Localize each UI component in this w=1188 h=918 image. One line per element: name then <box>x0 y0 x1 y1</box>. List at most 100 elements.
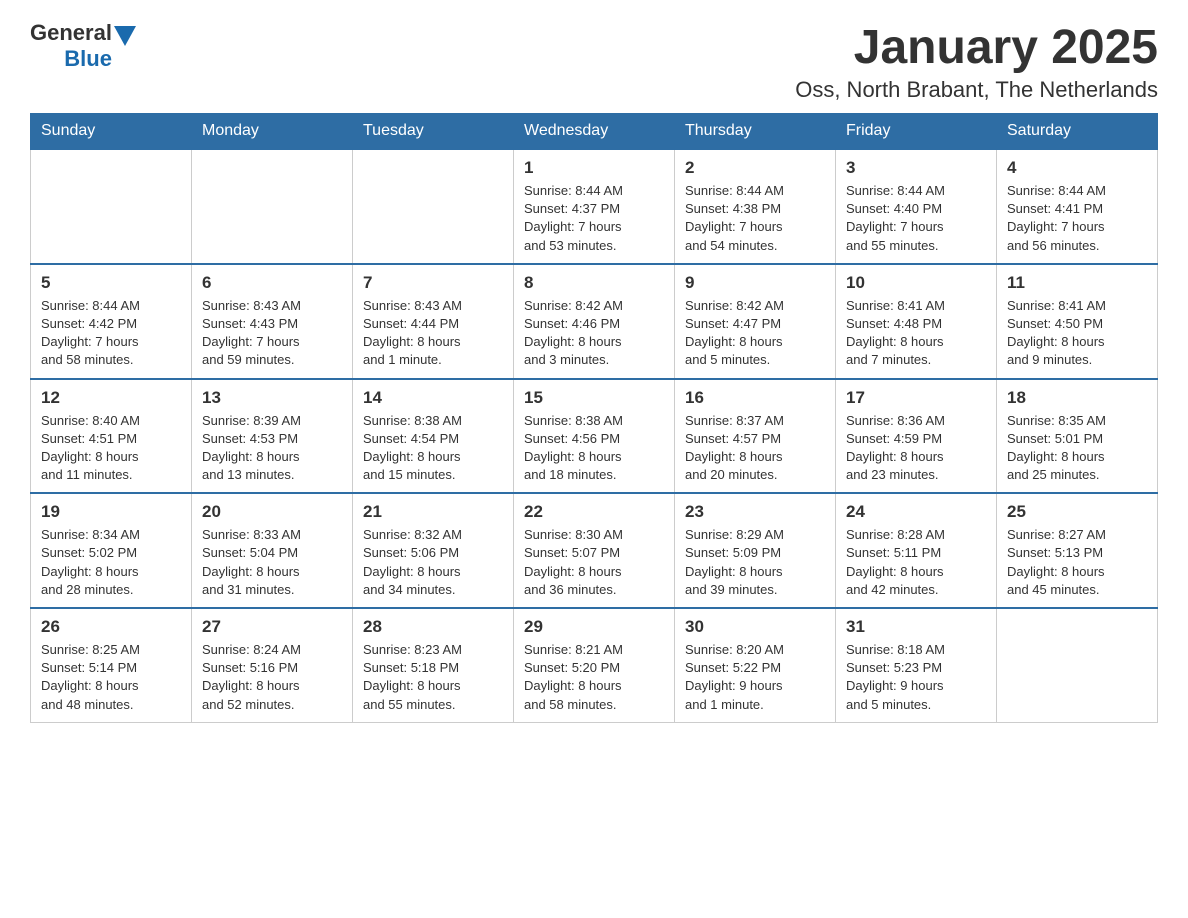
day-info: Sunrise: 8:30 AMSunset: 5:07 PMDaylight:… <box>524 526 664 599</box>
calendar-cell: 2 Sunrise: 8:44 AMSunset: 4:38 PMDaylight… <box>675 149 836 264</box>
week-row-2: 5 Sunrise: 8:44 AMSunset: 4:42 PMDaylight… <box>31 264 1158 379</box>
day-info: Sunrise: 8:44 AMSunset: 4:37 PMDaylight:… <box>524 182 664 255</box>
day-number: 28 <box>363 617 503 637</box>
day-info: Sunrise: 8:44 AMSunset: 4:42 PMDaylight:… <box>41 297 181 370</box>
day-info: Sunrise: 8:38 AMSunset: 4:54 PMDaylight:… <box>363 412 503 485</box>
logo-triangle-icon <box>114 26 136 46</box>
day-info: Sunrise: 8:25 AMSunset: 5:14 PMDaylight:… <box>41 641 181 714</box>
day-number: 17 <box>846 388 986 408</box>
logo-blue: Blue <box>64 46 112 72</box>
calendar-cell: 14 Sunrise: 8:38 AMSunset: 4:54 PMDayligh… <box>353 379 514 494</box>
day-info: Sunrise: 8:32 AMSunset: 5:06 PMDaylight:… <box>363 526 503 599</box>
day-number: 22 <box>524 502 664 522</box>
day-info: Sunrise: 8:36 AMSunset: 4:59 PMDaylight:… <box>846 412 986 485</box>
calendar-cell: 17 Sunrise: 8:36 AMSunset: 4:59 PMDayligh… <box>836 379 997 494</box>
calendar-cell: 7 Sunrise: 8:43 AMSunset: 4:44 PMDaylight… <box>353 264 514 379</box>
calendar-cell <box>353 149 514 264</box>
logo-general: General <box>30 20 112 46</box>
calendar-cell: 31 Sunrise: 8:18 AMSunset: 5:23 PMDayligh… <box>836 608 997 722</box>
calendar-subtitle: Oss, North Brabant, The Netherlands <box>795 77 1158 103</box>
calendar-cell: 22 Sunrise: 8:30 AMSunset: 5:07 PMDayligh… <box>514 493 675 608</box>
day-number: 18 <box>1007 388 1147 408</box>
day-info: Sunrise: 8:39 AMSunset: 4:53 PMDaylight:… <box>202 412 342 485</box>
day-number: 27 <box>202 617 342 637</box>
calendar-cell: 30Sunrise: 8:20 AMSunset: 5:22 PMDayligh… <box>675 608 836 722</box>
calendar-cell: 8 Sunrise: 8:42 AMSunset: 4:46 PMDaylight… <box>514 264 675 379</box>
day-info: Sunrise: 8:34 AMSunset: 5:02 PMDaylight:… <box>41 526 181 599</box>
day-number: 15 <box>524 388 664 408</box>
day-number: 1 <box>524 158 664 178</box>
calendar-cell: 24Sunrise: 8:28 AMSunset: 5:11 PMDayligh… <box>836 493 997 608</box>
day-info: Sunrise: 8:20 AMSunset: 5:22 PMDaylight:… <box>685 641 825 714</box>
day-number: 8 <box>524 273 664 293</box>
calendar-cell <box>192 149 353 264</box>
calendar-cell <box>997 608 1158 722</box>
day-info: Sunrise: 8:44 AMSunset: 4:41 PMDaylight:… <box>1007 182 1147 255</box>
page-header: General Blue January 2025 Oss, North Bra… <box>30 20 1158 103</box>
week-row-3: 12 Sunrise: 8:40 AMSunset: 4:51 PMDayligh… <box>31 379 1158 494</box>
calendar-cell: 29 Sunrise: 8:21 AMSunset: 5:20 PMDayligh… <box>514 608 675 722</box>
day-info: Sunrise: 8:41 AMSunset: 4:50 PMDaylight:… <box>1007 297 1147 370</box>
day-info: Sunrise: 8:27 AMSunset: 5:13 PMDaylight:… <box>1007 526 1147 599</box>
day-info: Sunrise: 8:23 AMSunset: 5:18 PMDaylight:… <box>363 641 503 714</box>
day-info: Sunrise: 8:43 AMSunset: 4:43 PMDaylight:… <box>202 297 342 370</box>
calendar-header-wednesday: Wednesday <box>514 114 675 150</box>
day-number: 12 <box>41 388 181 408</box>
week-row-4: 19 Sunrise: 8:34 AMSunset: 5:02 PMDayligh… <box>31 493 1158 608</box>
calendar-cell: 19 Sunrise: 8:34 AMSunset: 5:02 PMDayligh… <box>31 493 192 608</box>
day-number: 3 <box>846 158 986 178</box>
calendar-cell: 13Sunrise: 8:39 AMSunset: 4:53 PMDayligh… <box>192 379 353 494</box>
day-info: Sunrise: 8:40 AMSunset: 4:51 PMDaylight:… <box>41 412 181 485</box>
day-number: 14 <box>363 388 503 408</box>
day-number: 6 <box>202 273 342 293</box>
day-number: 19 <box>41 502 181 522</box>
calendar-header-friday: Friday <box>836 114 997 150</box>
week-row-5: 26 Sunrise: 8:25 AMSunset: 5:14 PMDayligh… <box>31 608 1158 722</box>
calendar-cell: 4 Sunrise: 8:44 AMSunset: 4:41 PMDaylight… <box>997 149 1158 264</box>
day-number: 26 <box>41 617 181 637</box>
day-info: Sunrise: 8:21 AMSunset: 5:20 PMDaylight:… <box>524 641 664 714</box>
day-number: 29 <box>524 617 664 637</box>
day-number: 16 <box>685 388 825 408</box>
day-number: 2 <box>685 158 825 178</box>
calendar-cell: 11 Sunrise: 8:41 AMSunset: 4:50 PMDayligh… <box>997 264 1158 379</box>
calendar-cell: 18 Sunrise: 8:35 AMSunset: 5:01 PMDayligh… <box>997 379 1158 494</box>
day-info: Sunrise: 8:44 AMSunset: 4:40 PMDaylight:… <box>846 182 986 255</box>
calendar-header-sunday: Sunday <box>31 114 192 150</box>
calendar-cell: 12 Sunrise: 8:40 AMSunset: 4:51 PMDayligh… <box>31 379 192 494</box>
day-number: 7 <box>363 273 503 293</box>
calendar-header-tuesday: Tuesday <box>353 114 514 150</box>
day-number: 20 <box>202 502 342 522</box>
logo: General Blue <box>30 20 136 72</box>
day-info: Sunrise: 8:43 AMSunset: 4:44 PMDaylight:… <box>363 297 503 370</box>
calendar-cell: 26 Sunrise: 8:25 AMSunset: 5:14 PMDayligh… <box>31 608 192 722</box>
day-info: Sunrise: 8:35 AMSunset: 5:01 PMDaylight:… <box>1007 412 1147 485</box>
day-info: Sunrise: 8:42 AMSunset: 4:47 PMDaylight:… <box>685 297 825 370</box>
calendar-table: SundayMondayTuesdayWednesdayThursdayFrid… <box>30 113 1158 723</box>
day-info: Sunrise: 8:18 AMSunset: 5:23 PMDaylight:… <box>846 641 986 714</box>
day-info: Sunrise: 8:44 AMSunset: 4:38 PMDaylight:… <box>685 182 825 255</box>
week-row-1: 1 Sunrise: 8:44 AMSunset: 4:37 PMDaylight… <box>31 149 1158 264</box>
calendar-cell: 28 Sunrise: 8:23 AMSunset: 5:18 PMDayligh… <box>353 608 514 722</box>
title-area: January 2025 Oss, North Brabant, The Net… <box>795 20 1158 103</box>
day-info: Sunrise: 8:24 AMSunset: 5:16 PMDaylight:… <box>202 641 342 714</box>
day-number: 5 <box>41 273 181 293</box>
calendar-cell: 15 Sunrise: 8:38 AMSunset: 4:56 PMDayligh… <box>514 379 675 494</box>
calendar-cell: 16Sunrise: 8:37 AMSunset: 4:57 PMDayligh… <box>675 379 836 494</box>
day-number: 23 <box>685 502 825 522</box>
day-info: Sunrise: 8:28 AMSunset: 5:11 PMDaylight:… <box>846 526 986 599</box>
calendar-cell: 20 Sunrise: 8:33 AMSunset: 5:04 PMDayligh… <box>192 493 353 608</box>
calendar-cell: 27 Sunrise: 8:24 AMSunset: 5:16 PMDayligh… <box>192 608 353 722</box>
day-info: Sunrise: 8:38 AMSunset: 4:56 PMDaylight:… <box>524 412 664 485</box>
day-info: Sunrise: 8:41 AMSunset: 4:48 PMDaylight:… <box>846 297 986 370</box>
day-info: Sunrise: 8:42 AMSunset: 4:46 PMDaylight:… <box>524 297 664 370</box>
day-info: Sunrise: 8:29 AMSunset: 5:09 PMDaylight:… <box>685 526 825 599</box>
day-number: 11 <box>1007 273 1147 293</box>
day-number: 31 <box>846 617 986 637</box>
calendar-cell: 23 Sunrise: 8:29 AMSunset: 5:09 PMDayligh… <box>675 493 836 608</box>
calendar-cell: 10Sunrise: 8:41 AMSunset: 4:48 PMDayligh… <box>836 264 997 379</box>
day-number: 4 <box>1007 158 1147 178</box>
calendar-header-saturday: Saturday <box>997 114 1158 150</box>
day-info: Sunrise: 8:33 AMSunset: 5:04 PMDaylight:… <box>202 526 342 599</box>
calendar-header-thursday: Thursday <box>675 114 836 150</box>
